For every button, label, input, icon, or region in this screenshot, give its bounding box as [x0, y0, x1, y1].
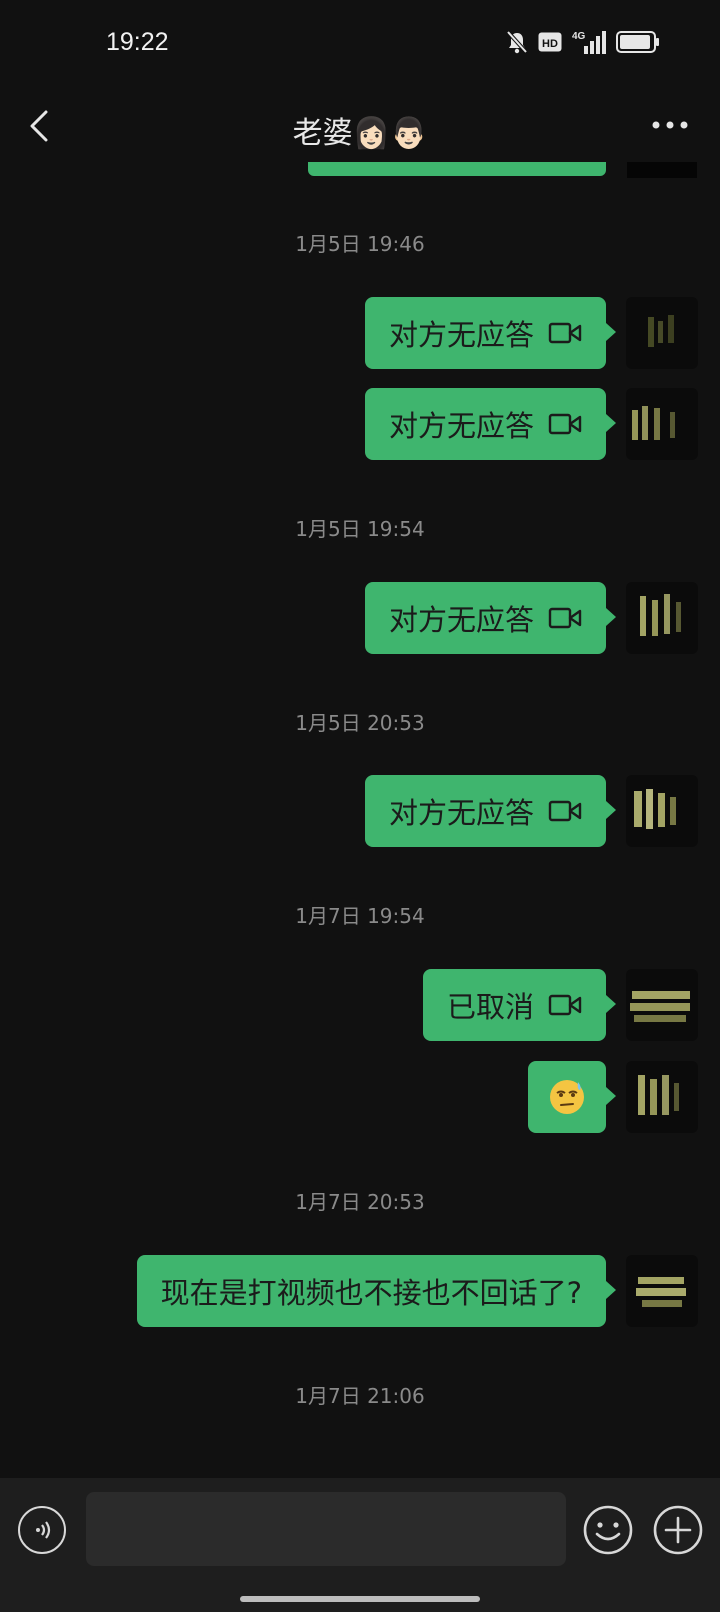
voice-icon[interactable]: [18, 1506, 66, 1554]
bell-muted-icon: [506, 30, 528, 54]
timestamp: 1月7日 19:54: [295, 904, 425, 928]
message-text: 已取消: [446, 990, 534, 1024]
plus-icon[interactable]: [652, 1504, 704, 1556]
message-text: 对方无应答: [388, 318, 534, 352]
svg-text:4G: 4G: [572, 31, 586, 42]
timestamp: 1月5日 19:46: [295, 232, 425, 256]
message-row: [528, 1061, 698, 1133]
4g-signal-icon: 4G: [572, 31, 606, 54]
status-bar: 19:22 HD 4G: [0, 0, 720, 90]
battery-icon: [616, 31, 659, 53]
status-time: 19:22: [106, 28, 169, 56]
message-row: 对方无应答: [364, 388, 698, 460]
home-indicator[interactable]: [240, 1596, 480, 1602]
input-bar: [0, 1478, 720, 1612]
message-bubble[interactable]: 对方无应答: [364, 388, 617, 460]
avatar[interactable]: [626, 1061, 698, 1133]
avatar[interactable]: [626, 297, 698, 369]
avatar[interactable]: [626, 775, 698, 847]
avatar[interactable]: [626, 969, 698, 1041]
timestamp: 1月5日 19:54: [295, 517, 425, 541]
message-row: 现在是打视频也不接也不回话了?: [136, 1255, 698, 1327]
avatar[interactable]: [626, 582, 698, 654]
timestamp: 1月7日 21:06: [295, 1384, 425, 1408]
message-input[interactable]: [86, 1492, 566, 1566]
message-row: 对方无应答: [364, 582, 698, 654]
message-bubble[interactable]: 对方无应答: [364, 582, 617, 654]
chat-title: 老婆👩🏻👨🏻: [292, 116, 428, 151]
message-bubble[interactable]: 现在是打视频也不接也不回话了?: [136, 1255, 617, 1327]
hd-icon: HD: [538, 32, 562, 52]
message-row: 已取消: [422, 969, 698, 1041]
avatar[interactable]: [626, 388, 698, 460]
message-row: 对方无应答: [364, 775, 698, 847]
message-bubble[interactable]: [528, 1061, 616, 1133]
message-bubble[interactable]: 已取消: [422, 969, 617, 1041]
status-icons: HD 4G: [506, 30, 660, 54]
message-bubble[interactable]: 对方无应答: [364, 775, 617, 847]
avatar[interactable]: [627, 162, 697, 178]
chat-message-list[interactable]: 1月5日 19:46 对方无应答 对方无应答 1月5日 19:54 对方无应答 …: [0, 162, 720, 1478]
video-call-icon: [548, 322, 582, 344]
message-bubble[interactable]: 对方无应答: [364, 297, 617, 369]
video-call-icon: [548, 994, 582, 1016]
timestamp: 1月7日 20:53: [295, 1190, 425, 1214]
avatar[interactable]: [626, 1255, 698, 1327]
message-text: 对方无应答: [388, 796, 534, 830]
chat-header: 老婆👩🏻👨🏻: [0, 92, 720, 162]
message-row: 对方无应答: [364, 297, 698, 369]
message-text: 对方无应答: [388, 409, 534, 443]
video-call-icon: [548, 413, 582, 435]
video-call-icon: [548, 607, 582, 629]
message-text: 对方无应答: [388, 603, 534, 637]
message-bubble-partial[interactable]: [308, 162, 606, 176]
more-dots-icon[interactable]: [650, 118, 690, 132]
timestamp: 1月5日 20:53: [295, 711, 425, 735]
emoji-icon[interactable]: [582, 1504, 634, 1556]
svg-text:HD: HD: [542, 38, 558, 50]
message-text: 现在是打视频也不接也不回话了?: [160, 1276, 582, 1310]
sweat-emoji-icon: [550, 1080, 584, 1114]
video-call-icon: [548, 800, 582, 822]
